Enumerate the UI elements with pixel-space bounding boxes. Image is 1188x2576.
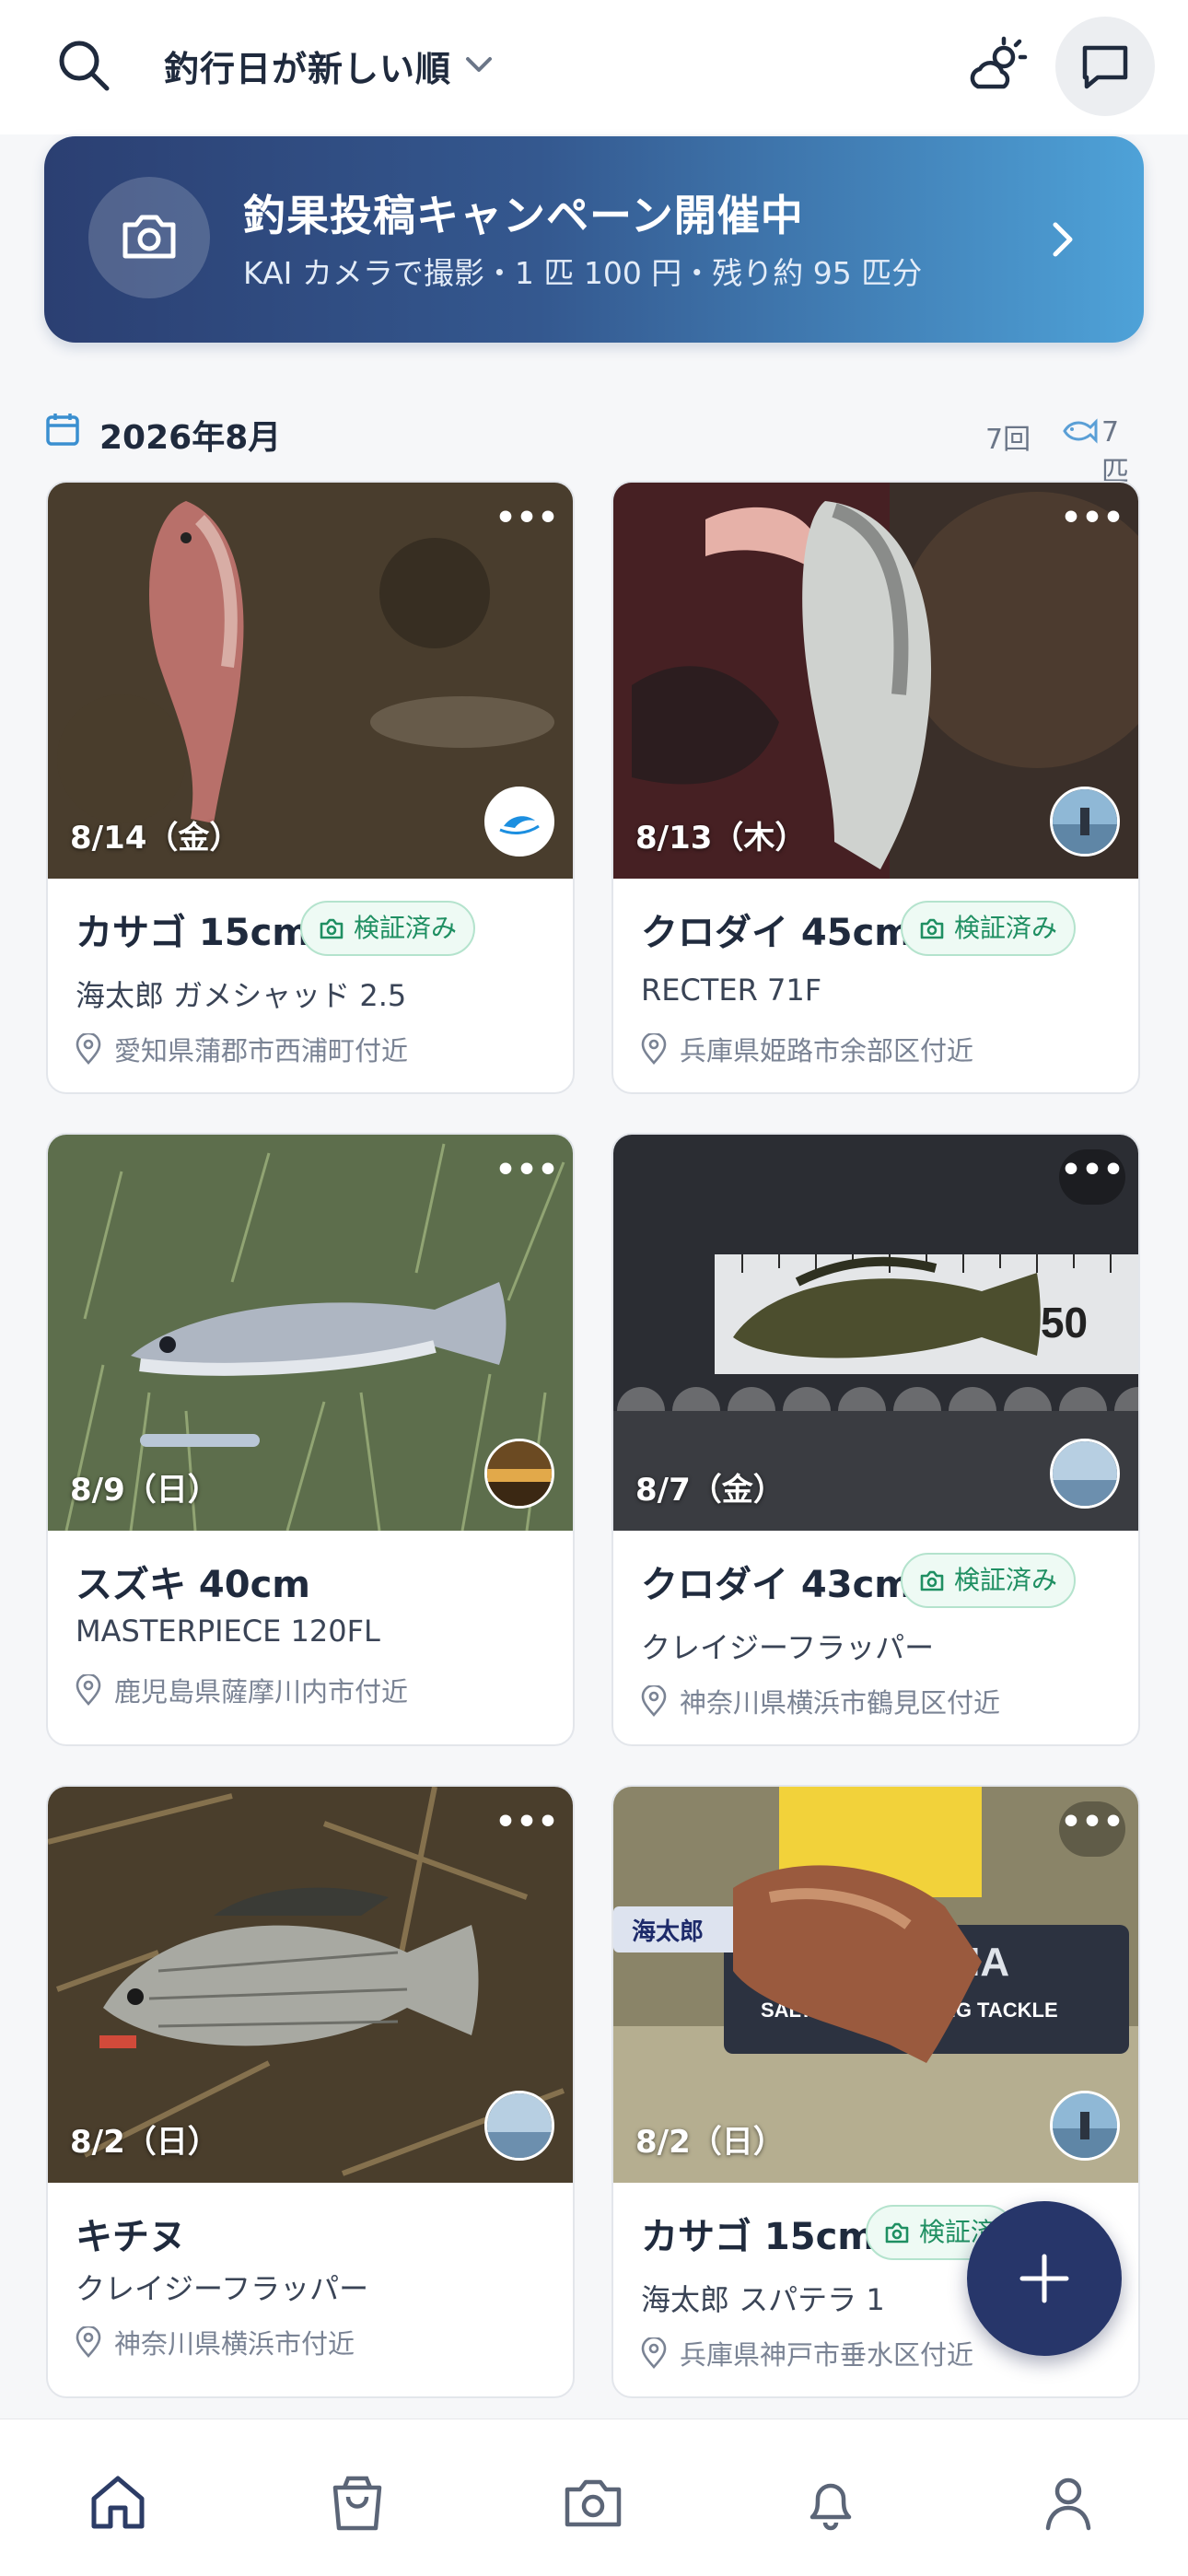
catch-date: 8/14（金） [70,820,241,857]
catch-title: クロダイ 45cm [641,912,913,954]
chat-icon[interactable] [1055,17,1155,116]
location-text: 鹿児島県薩摩川内市付近 [114,1676,409,1708]
user-avatar[interactable] [1050,2091,1120,2161]
verified-badge: 検証済み [901,1553,1077,1608]
catch-location: 愛知県蒲郡市西浦町付近 [76,1030,408,1068]
more-icon[interactable]: ••• [494,1801,560,1857]
location-text: 兵庫県神戸市垂水区付近 [680,2339,974,2371]
user-icon[interactable] [1035,2469,1101,2535]
catch-location: 兵庫県姫路市余部区付近 [641,1030,973,1068]
catch-location: 神奈川県横浜市鶴見区付近 [641,1682,1000,1720]
catch-location: 鹿児島県薩摩川内市付近 [76,1671,408,1709]
catch-date: 8/7（金） [635,1472,785,1509]
verified-badge: 検証済み [901,901,1077,956]
fish-icon [1061,414,1098,451]
banner-subtitle: KAI カメラで撮影・1 匹 100 円・残り約 95 匹分 [243,255,923,291]
banner-title: 釣果投稿キャンペーン開催中 [243,191,804,240]
more-icon[interactable]: ••• [1059,497,1125,553]
catch-title: カサゴ 15cm [76,912,310,954]
catch-title: スズキ 40cm [76,1564,310,1606]
user-avatar[interactable] [1050,787,1120,857]
campaign-banner[interactable]: 釣果投稿キャンペーン開催中 KAI カメラで撮影・1 匹 100 円・残り約 9… [44,136,1144,343]
search-icon[interactable] [53,35,114,96]
more-icon[interactable]: ••• [1059,1149,1125,1205]
chevron-right-icon [1044,219,1081,263]
lure-name: クレイジーフラッパー [641,1630,935,1665]
catch-date: 8/13（木） [635,820,807,857]
trip-count: 7回 [985,424,1031,456]
catch-card[interactable]: ••• 8/14（金） カサゴ 15cm 検証済み 海太郎 ガメシャッド 2.5… [46,481,575,1094]
fish-count: 7匹 [1101,416,1129,488]
plus-icon [1019,2254,1069,2303]
sort-dropdown[interactable]: 釣行日が新しい順 [164,41,451,91]
more-icon[interactable]: ••• [494,1149,560,1205]
verified-label: 検証済み [954,1565,1058,1595]
month-header: 2026年8月 7回 7匹 [44,405,1144,488]
catch-location: 神奈川県横浜市付近 [76,2323,355,2361]
catch-card[interactable]: ••• 8/2（日） キチヌ クレイジーフラッパー 神奈川県横浜市付近 [46,1785,575,2398]
bottom-navigation [0,2419,1188,2576]
catch-date: 8/2（日） [70,2124,219,2161]
catch-location: 兵庫県神戸市垂水区付近 [641,2334,973,2372]
catch-card[interactable]: ••• 8/9（日） スズキ 40cm MASTERPIECE 120FL 鹿児… [46,1133,575,1746]
lure-name: クレイジーフラッパー [76,2271,369,2306]
location-text: 愛知県蒲郡市西浦町付近 [114,1035,409,1067]
lure-name: RECTER 71F [641,973,822,1008]
catch-title: クロダイ 43cm [641,1564,913,1606]
home-icon[interactable] [85,2469,151,2535]
add-catch-button[interactable] [967,2201,1122,2356]
catch-card[interactable]: ••• 8/13（木） クロダイ 45cm 検証済み RECTER 71F 兵庫… [611,481,1140,1094]
more-icon[interactable]: ••• [1059,1801,1125,1857]
user-avatar[interactable] [484,2091,554,2161]
top-bar: 釣行日が新しい順 [0,0,1188,134]
location-text: 兵庫県姫路市余部区付近 [680,1035,974,1067]
camera-icon [88,177,210,298]
catch-date: 8/2（日） [635,2124,785,2161]
location-text: 神奈川県横浜市鶴見区付近 [680,1687,1001,1719]
camera-icon[interactable] [560,2469,626,2535]
brand-avatar[interactable] [484,787,554,857]
verified-label: 検証済み [354,913,458,943]
bell-icon[interactable] [798,2469,864,2535]
lure-name: 海太郎 スパテラ 1 [641,2282,885,2317]
location-text: 神奈川県横浜市付近 [114,2328,355,2360]
chevron-down-icon[interactable] [460,46,497,83]
user-avatar[interactable] [484,1439,554,1509]
catch-date: 8/9（日） [70,1472,219,1509]
month-label: 2026年8月 [99,419,282,457]
more-icon[interactable]: ••• [494,497,560,553]
verified-badge: 検証済み [300,901,476,956]
calendar-icon [44,411,81,451]
shopping-bag-icon[interactable] [324,2469,390,2535]
user-avatar[interactable] [1050,1439,1120,1509]
catch-title: カサゴ 15cm [641,2216,876,2258]
catch-card[interactable]: 40 50 ••• 8/7（金） クロダイ 43cm 検証済み クレイジーフラッ… [611,1133,1140,1746]
sticker-text: 海太郎 [632,1917,704,1945]
catch-title: キチヌ [76,2216,186,2258]
weather-icon[interactable] [965,33,1030,98]
lure-name: 海太郎 ガメシャッド 2.5 [76,978,407,1013]
verified-label: 検証済み [954,913,1058,943]
lure-name: MASTERPIECE 120FL [76,1614,380,1649]
